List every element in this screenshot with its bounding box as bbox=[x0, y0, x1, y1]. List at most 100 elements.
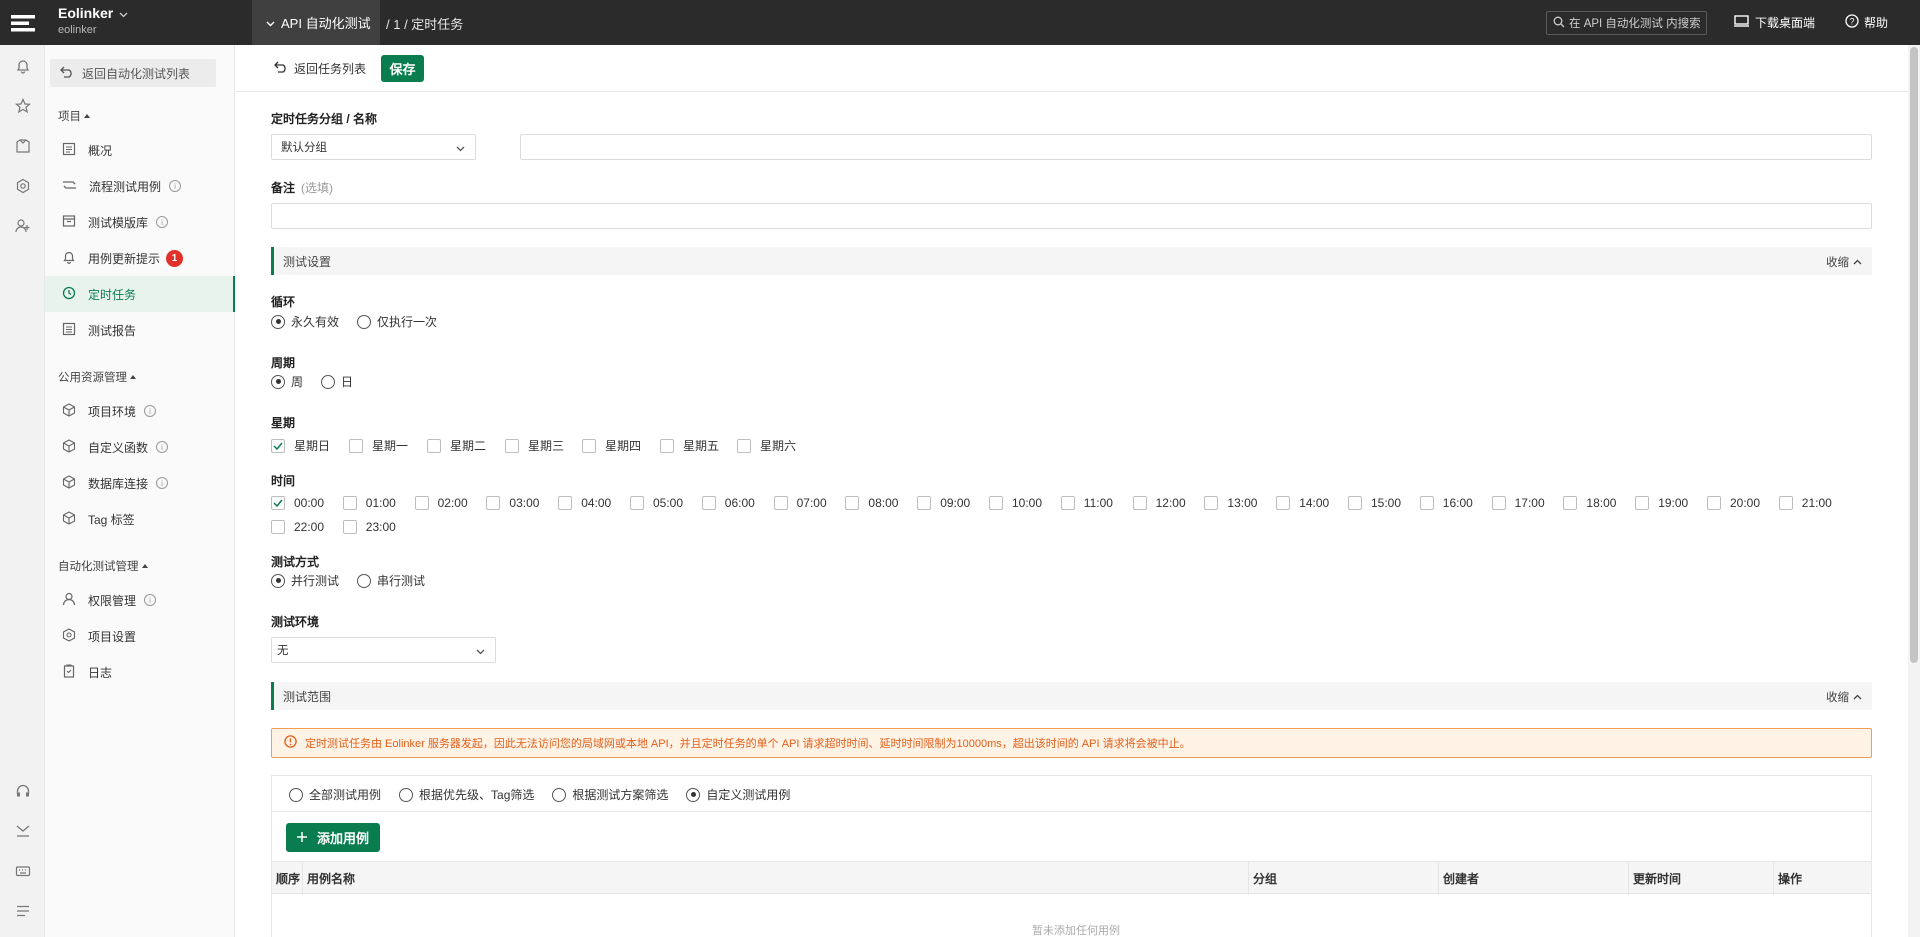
sidebar-item-db-connection[interactable]: 数据库连接 i bbox=[45, 465, 235, 501]
hour-checkbox[interactable]: 13:00 bbox=[1204, 496, 1257, 510]
collapse-scope-button[interactable]: 收缩 bbox=[1826, 689, 1862, 705]
info-icon[interactable]: i bbox=[156, 477, 169, 489]
project-tab[interactable]: API 自动化测试 bbox=[252, 0, 380, 45]
hour-checkbox[interactable]: 08:00 bbox=[845, 496, 898, 510]
info-icon[interactable]: i bbox=[156, 441, 169, 453]
hour-checkbox[interactable]: 14:00 bbox=[1276, 496, 1329, 510]
group-select[interactable]: 默认分组 bbox=[271, 134, 476, 160]
add-user-icon[interactable] bbox=[13, 216, 32, 235]
hour-checkbox[interactable]: 19:00 bbox=[1635, 496, 1688, 510]
test-env-select[interactable]: 无 bbox=[271, 637, 496, 663]
checkbox-label: 星期四 bbox=[605, 439, 642, 453]
menu-icon[interactable] bbox=[13, 901, 32, 920]
scope-radio-all[interactable]: 全部测试用例 bbox=[289, 786, 381, 803]
info-icon[interactable]: i bbox=[156, 216, 169, 228]
info-icon[interactable]: i bbox=[144, 405, 157, 417]
headset-icon[interactable] bbox=[13, 781, 32, 800]
back-to-list-button[interactable]: 返回自动化测试列表 bbox=[50, 59, 216, 87]
scope-radio-priority-tag[interactable]: 根据优先级、Tag筛选 bbox=[399, 786, 534, 803]
hour-checkbox[interactable]: 22:00 bbox=[271, 520, 324, 534]
sidebar-item-template-lib[interactable]: 测试模版库 i bbox=[45, 204, 235, 240]
sidebar-item-flow-cases[interactable]: 流程测试用例 i bbox=[45, 168, 235, 204]
col-order[interactable]: 顺序 bbox=[272, 862, 302, 895]
sidebar-item-overview[interactable]: 概况 bbox=[45, 132, 235, 168]
sidebar-item-project-settings[interactable]: 项目设置 bbox=[45, 618, 235, 654]
org-switcher[interactable]: Eolinker eolinker bbox=[58, 5, 128, 36]
group-auto-test-mgmt[interactable]: 自动化测试管理 bbox=[58, 558, 149, 574]
settings-icon[interactable] bbox=[13, 176, 32, 195]
sidebar-item-test-report[interactable]: 测试报告 bbox=[45, 312, 235, 348]
scrollbar-thumb[interactable] bbox=[1910, 47, 1918, 663]
remark-input[interactable] bbox=[271, 203, 1872, 229]
scope-radio-plan[interactable]: 根据测试方案筛选 bbox=[552, 786, 668, 803]
weekday-checkbox[interactable]: 星期日 bbox=[271, 437, 330, 454]
collapse-down-icon[interactable] bbox=[13, 821, 32, 840]
loop-radio-forever[interactable]: 永久有效 bbox=[271, 313, 339, 330]
group-project[interactable]: 项目 bbox=[58, 108, 91, 124]
user-icon bbox=[62, 592, 76, 609]
eolinker-logo-icon[interactable] bbox=[0, 0, 45, 45]
hour-checkbox[interactable]: 18:00 bbox=[1563, 496, 1616, 510]
star-icon[interactable] bbox=[13, 96, 32, 115]
hour-checkbox[interactable]: 07:00 bbox=[773, 496, 827, 510]
col-updated-time[interactable]: 更新时间 bbox=[1628, 862, 1773, 895]
sidebar-item-tag[interactable]: Tag 标签 bbox=[45, 501, 235, 537]
sidebar-item-permissions[interactable]: 权限管理 i bbox=[45, 582, 235, 618]
sidebar-item-custom-func[interactable]: 自定义函数 i bbox=[45, 429, 235, 465]
hour-checkbox[interactable]: 02:00 bbox=[414, 496, 468, 510]
search-input[interactable]: 在 API 自动化测试 内搜索 bbox=[1546, 11, 1707, 35]
task-name-input[interactable] bbox=[520, 134, 1872, 160]
page-scrollbar[interactable] bbox=[1908, 45, 1920, 937]
hour-checkbox[interactable]: 20:00 bbox=[1707, 496, 1760, 510]
shirt-icon[interactable] bbox=[13, 136, 32, 155]
keyboard-icon[interactable] bbox=[13, 861, 32, 880]
info-icon[interactable]: i bbox=[144, 594, 157, 606]
hour-checkbox[interactable]: 06:00 bbox=[701, 496, 755, 510]
weekday-label: 星期 bbox=[271, 416, 296, 430]
hour-checkbox[interactable]: 15:00 bbox=[1348, 496, 1401, 510]
hour-checkbox[interactable]: 11:00 bbox=[1060, 496, 1113, 510]
empty-table-text: 暂未添加任何用例 bbox=[1032, 925, 1120, 937]
hour-checkbox[interactable]: 23:00 bbox=[342, 520, 396, 534]
weekday-checkbox[interactable]: 星期六 bbox=[737, 437, 796, 454]
mode-radio-parallel[interactable]: 并行测试 bbox=[271, 572, 339, 589]
hour-checkbox[interactable]: 05:00 bbox=[630, 496, 683, 510]
weekday-checkbox[interactable]: 星期四 bbox=[582, 437, 641, 454]
weekday-checkbox[interactable]: 星期一 bbox=[349, 437, 408, 454]
sidebar-item-update-notice[interactable]: 用例更新提示 1 bbox=[45, 240, 235, 276]
hour-checkbox[interactable]: 09:00 bbox=[917, 496, 970, 510]
collapse-settings-button[interactable]: 收缩 bbox=[1826, 254, 1862, 270]
hour-checkbox[interactable]: 17:00 bbox=[1491, 496, 1545, 510]
sidebar-item-log[interactable]: 日志 bbox=[45, 654, 235, 690]
hour-checkbox[interactable]: 04:00 bbox=[558, 496, 611, 510]
period-radio-day[interactable]: 日 bbox=[321, 373, 353, 390]
loop-radio-once[interactable]: 仅执行一次 bbox=[357, 313, 437, 330]
help-button[interactable]: ? 帮助 bbox=[1845, 14, 1888, 31]
mode-radio-serial[interactable]: 串行测试 bbox=[357, 572, 425, 589]
hour-checkbox[interactable]: 03:00 bbox=[486, 496, 539, 510]
weekday-checkbox[interactable]: 星期三 bbox=[505, 437, 564, 454]
hour-checkbox[interactable]: 01:00 bbox=[342, 496, 396, 510]
group-public-resources[interactable]: 公用资源管理 bbox=[58, 369, 137, 385]
col-case-name[interactable]: 用例名称 bbox=[302, 862, 1248, 895]
col-creator[interactable]: 创建者 bbox=[1438, 862, 1628, 895]
weekday-checkbox[interactable]: 星期二 bbox=[427, 437, 486, 454]
help-icon: ? bbox=[1845, 14, 1859, 31]
hour-checkbox[interactable]: 00:00 bbox=[271, 496, 324, 510]
col-group[interactable]: 分组 bbox=[1248, 862, 1438, 895]
period-radio-week[interactable]: 周 bbox=[271, 373, 303, 390]
scope-radio-custom[interactable]: 自定义测试用例 bbox=[686, 786, 790, 803]
hour-checkbox[interactable]: 10:00 bbox=[989, 496, 1042, 510]
add-case-button[interactable]: 添加用例 bbox=[286, 823, 380, 852]
hour-checkbox[interactable]: 12:00 bbox=[1132, 496, 1186, 510]
save-button[interactable]: 保存 bbox=[381, 55, 424, 82]
sidebar-item-scheduled-task[interactable]: 定时任务 bbox=[45, 276, 235, 312]
info-icon[interactable]: i bbox=[169, 180, 182, 192]
hour-checkbox[interactable]: 21:00 bbox=[1778, 496, 1832, 510]
weekday-checkbox[interactable]: 星期五 bbox=[660, 437, 719, 454]
hour-checkbox[interactable]: 16:00 bbox=[1419, 496, 1473, 510]
sidebar-item-env[interactable]: 项目环境 i bbox=[45, 393, 235, 429]
back-to-task-list-button[interactable]: 返回任务列表 bbox=[274, 60, 366, 77]
download-desktop-button[interactable]: 下载桌面端 bbox=[1734, 14, 1815, 31]
bell-icon[interactable] bbox=[13, 56, 32, 75]
